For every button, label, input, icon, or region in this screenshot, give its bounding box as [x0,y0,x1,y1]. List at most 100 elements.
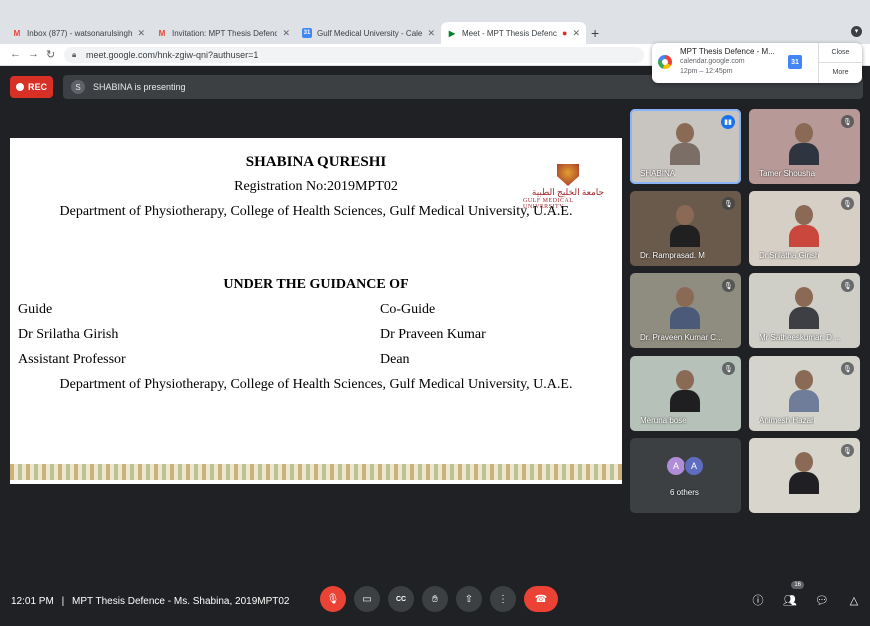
university-shield-icon [557,164,579,186]
close-icon[interactable]: ✕ [572,28,580,39]
people-count-badge: 16 [791,581,804,589]
participant-name: Dr. Ramprasad. M [640,251,705,260]
presenter-avatar: S [71,80,85,94]
meeting-footer: 12:01 PM | MPT Thesis Defence - Ms. Shab… [0,580,870,626]
clock-time: 12:01 PM [11,596,54,607]
tab-title: Invitation: MPT Thesis Defence [172,28,278,38]
activities-icon[interactable]: △ [844,590,864,610]
participant-video [789,287,819,329]
decorative-border [10,464,622,480]
close-icon[interactable]: ✕ [427,28,435,39]
participant-tile[interactable]: 🎙︎ Dr. Praveen Kumar C... [630,273,741,348]
guide-title: Assistant Professor [18,352,126,367]
rec-label: REC [27,82,47,92]
participant-name: Tamer Shousha [759,169,816,178]
mic-off-icon: 🎙︎ [722,197,735,210]
back-icon[interactable]: ← [10,48,21,60]
gmail-icon: M [13,28,21,38]
record-icon [15,83,24,91]
recording-badge: REC [10,76,53,98]
participant-video [789,370,819,412]
separator: | [61,596,65,607]
meet-icon: ▶ [448,28,456,38]
others-tile[interactable]: A A 6 others [630,438,741,513]
mic-off-icon: 🎙︎ [841,362,854,375]
mic-off-icon: 🎙︎ [841,115,854,128]
reload-icon[interactable]: ↻ [46,48,55,61]
chrome-icon [658,55,672,69]
tab-calendar[interactable]: 31 Gulf Medical University - Calen ✕ [296,22,441,44]
guidance-heading: UNDER THE GUIDANCE OF [223,277,409,292]
tab-title: Meet - MPT Thesis Defenc [462,28,557,38]
tab-invitation[interactable]: M Invitation: MPT Thesis Defence ✕ [151,22,296,44]
guide-name: Dr Srilatha Girish [18,327,119,342]
new-tab-button[interactable]: + [591,25,599,41]
people-icon[interactable]: 👥︎ 16 [780,581,804,610]
mic-off-icon: 🎙︎ [841,197,854,210]
notification-buttons: Close More [818,43,862,83]
participant-tile[interactable]: 🎙︎ Dr.Srilatha Girish [749,191,860,266]
mic-off-icon: 🎙︎ [722,362,735,375]
close-icon[interactable]: ✕ [282,28,290,39]
participant-tile[interactable]: 🎙︎ Tamer Shousha [749,109,860,184]
slide-department-2: Department of Physiotherapy, College of … [59,377,573,392]
tab-meet[interactable]: ▶ Meet - MPT Thesis Defenc ● ✕ [441,22,586,44]
participant-name: Dr. Praveen Kumar C... [640,333,723,342]
call-controls: 🎙︎ ▭ CC ✋︎ ⇧ ⋮ ☎︎ [320,586,558,612]
lock-icon: 🔒︎ [72,50,77,59]
browser-tab-bar: M Inbox (877) - watsonarulsingh@ ✕ M Inv… [0,0,870,44]
meeting-details: 12:01 PM | MPT Thesis Defence - Ms. Shab… [11,596,290,607]
tab-title: Gulf Medical University - Calen [317,28,423,38]
participant-video [789,452,819,494]
avatar: A [684,456,704,476]
participant-tile[interactable]: 🎙︎ Dr. Ramprasad. M [630,191,741,266]
participant-video [670,123,700,165]
tab-search-icon[interactable]: ▾ [851,26,862,37]
present-screen-icon[interactable]: ⇧ [456,586,482,612]
calendar-notification[interactable]: MPT Thesis Defence - M... calendar.googl… [652,43,862,83]
calendar-icon: 31 [302,28,312,38]
logo-arabic: جامعة الخليج الطبية [531,187,605,197]
coguide-label: Co-Guide [380,302,436,317]
participant-tile[interactable]: ▮▮ SHABINA [630,109,741,184]
participant-tile[interactable]: 🎙︎ Animesh Hazari [749,356,860,431]
logo-english: GULF MEDICAL UNIVERSITY [523,198,574,210]
participant-video [670,205,700,247]
meeting-title: MPT Thesis Defence - Ms. Shabina, 2019MP… [71,596,290,607]
participant-name: Meruna bose [640,416,687,425]
info-icon[interactable]: ⓘ [748,590,768,610]
more-options-icon[interactable]: ⋮ [490,586,516,612]
chat-icon[interactable]: 💬︎ [812,590,832,610]
notification-source: calendar.google.com [680,58,745,65]
participant-tile[interactable]: 🎙︎ Mr Satheeskumar. D ... [749,273,860,348]
avatar: A [666,456,686,476]
tab-inbox[interactable]: M Inbox (877) - watsonarulsingh@ ✕ [6,22,151,44]
university-logo: جامعة الخليج الطبية GULF MEDICAL UNIVERS… [523,164,613,214]
participant-video [789,205,819,247]
participant-video [670,370,700,412]
raise-hand-icon[interactable]: ✋︎ [422,586,448,612]
camera-icon[interactable]: ▭ [354,586,380,612]
participant-tile[interactable]: 🎙︎ Meruna bose [630,356,741,431]
end-call-icon[interactable]: ☎︎ [524,586,558,612]
participant-name: SHABINA [640,169,676,178]
close-icon[interactable]: ✕ [137,28,145,39]
guide-label: Guide [18,302,53,317]
participant-name: Dr.Srilatha Girish [759,251,820,260]
mic-off-icon: 🎙︎ [722,279,735,292]
participant-name: Mr Satheeskumar. D ... [759,333,841,342]
captions-icon[interactable]: CC [388,586,414,612]
participant-tile[interactable]: 🎙︎ [749,438,860,513]
mic-off-icon: 🎙︎ [841,444,854,457]
notification-close-button[interactable]: Close [819,43,862,63]
tab-title: Inbox (877) - watsonarulsingh@ [27,28,133,38]
forward-icon[interactable]: → [28,48,39,60]
mic-off-icon[interactable]: 🎙︎ [320,586,346,612]
participant-video [789,123,819,165]
participant-name: Animesh Hazari [759,416,816,425]
notification-more-button[interactable]: More [819,63,862,83]
others-label: 6 others [670,488,699,497]
gmail-icon: M [158,28,166,38]
meet-window: REC S SHABINA is presenting MPT Thesis D… [0,43,870,612]
url-field[interactable]: 🔒︎ meet.google.com/hnk-zgiw-qni?authuser… [64,47,644,63]
